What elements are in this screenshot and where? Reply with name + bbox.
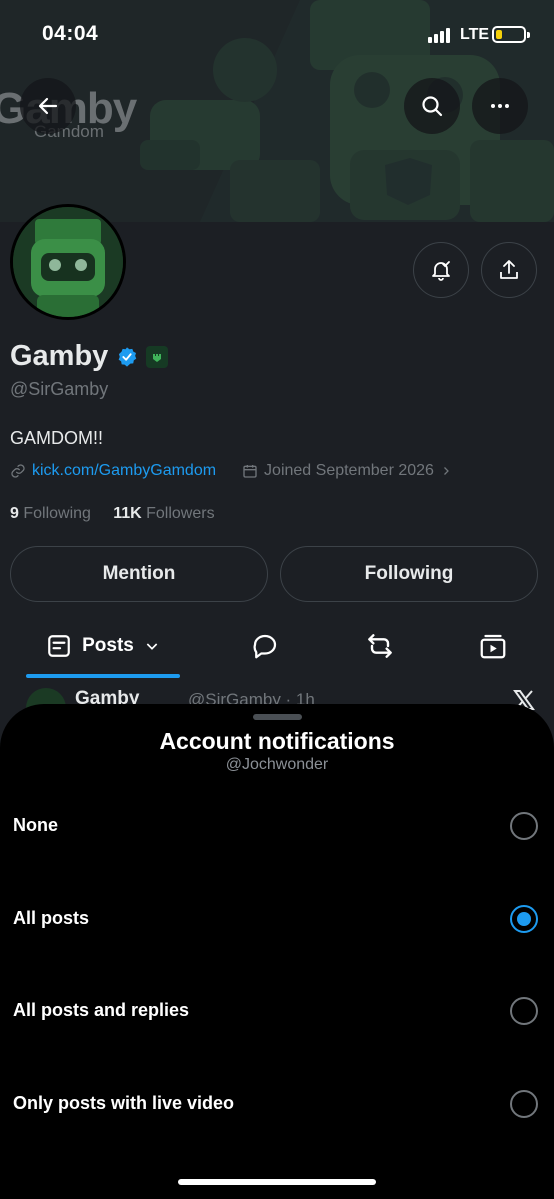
followers-label[interactable]: Followers [146, 505, 214, 522]
tab-replies[interactable] [235, 618, 295, 674]
sheet-title: Account notifications [159, 728, 395, 754]
profile-link[interactable]: kick.com/GambyGamdom [32, 462, 216, 480]
battery-icon [492, 26, 530, 43]
profile-handle: @SirGamby [10, 379, 109, 399]
active-tab-indicator [26, 674, 180, 678]
signal-icon [428, 28, 452, 43]
profile-bio: GAMDOM!! [10, 428, 103, 448]
share-button[interactable] [481, 242, 537, 298]
more-button[interactable] [472, 78, 528, 134]
posts-icon [48, 635, 70, 657]
home-indicator[interactable] [178, 1179, 376, 1185]
repost-icon [368, 634, 392, 658]
following-label[interactable]: Following [23, 505, 91, 522]
option-label: All posts and replies [13, 1000, 190, 1020]
video-icon [480, 634, 506, 659]
option-label: Only posts with live video [13, 1093, 235, 1113]
status-bar: 04:04 LTE [0, 0, 554, 70]
sheet-subtitle: @Jochwonder [225, 756, 329, 773]
reply-icon [253, 634, 277, 659]
option-all-posts[interactable]: All posts [0, 883, 554, 957]
share-icon [500, 260, 518, 279]
profile-name-row: Gamby [10, 340, 169, 373]
radio-all-posts[interactable] [510, 905, 538, 933]
affiliate-badge-icon[interactable] [146, 345, 169, 368]
account-notifications-sheet: Account notifications @Jochwonder None A… [0, 704, 554, 1199]
avatar[interactable] [10, 204, 126, 320]
following-button[interactable]: Following [280, 546, 538, 602]
more-icon [491, 104, 509, 108]
option-all-posts-and-replies[interactable]: All posts and replies [0, 975, 554, 1049]
back-arrow-icon [38, 97, 58, 115]
link-icon [11, 464, 25, 478]
calendar-icon [243, 465, 257, 478]
profile-name: Gamby [10, 340, 109, 372]
avatar-mascot-art [13, 207, 123, 317]
option-label: None [13, 815, 58, 835]
radio-all-posts-and-replies[interactable] [510, 997, 538, 1025]
radio-live-video[interactable] [510, 1090, 538, 1118]
search-button[interactable] [404, 78, 460, 134]
option-label: All posts [13, 908, 90, 928]
verified-icon [118, 346, 137, 367]
chevron-right-icon [444, 467, 449, 475]
tab-reposts[interactable] [350, 618, 410, 674]
option-live-video[interactable]: Only posts with live video [0, 1068, 554, 1142]
search-icon [422, 96, 443, 117]
mention-button[interactable]: Mention [10, 546, 268, 602]
sheet-grabber[interactable] [253, 714, 302, 720]
tab-posts-label: Posts [82, 635, 134, 656]
network-type: LTE [460, 26, 490, 43]
bell-check-icon [432, 261, 450, 281]
following-count[interactable]: 9 [10, 505, 19, 522]
status-time: 04:04 [42, 22, 99, 45]
profile-joined: Joined September 2026 [264, 462, 434, 479]
back-button[interactable] [20, 78, 76, 134]
profile-tabs: Posts [0, 618, 554, 678]
tab-media[interactable] [463, 618, 523, 674]
option-none[interactable]: None [0, 790, 554, 864]
tab-posts[interactable]: Posts [26, 618, 180, 674]
followers-count[interactable]: 11K [113, 505, 141, 522]
notifications-button[interactable] [413, 242, 469, 298]
profile-stats: 9 Following 11K Followers [10, 505, 215, 523]
chevron-down-icon [146, 643, 158, 650]
profile-meta: kick.com/GambyGamdom Joined September 20… [10, 462, 452, 480]
radio-none[interactable] [510, 812, 538, 840]
